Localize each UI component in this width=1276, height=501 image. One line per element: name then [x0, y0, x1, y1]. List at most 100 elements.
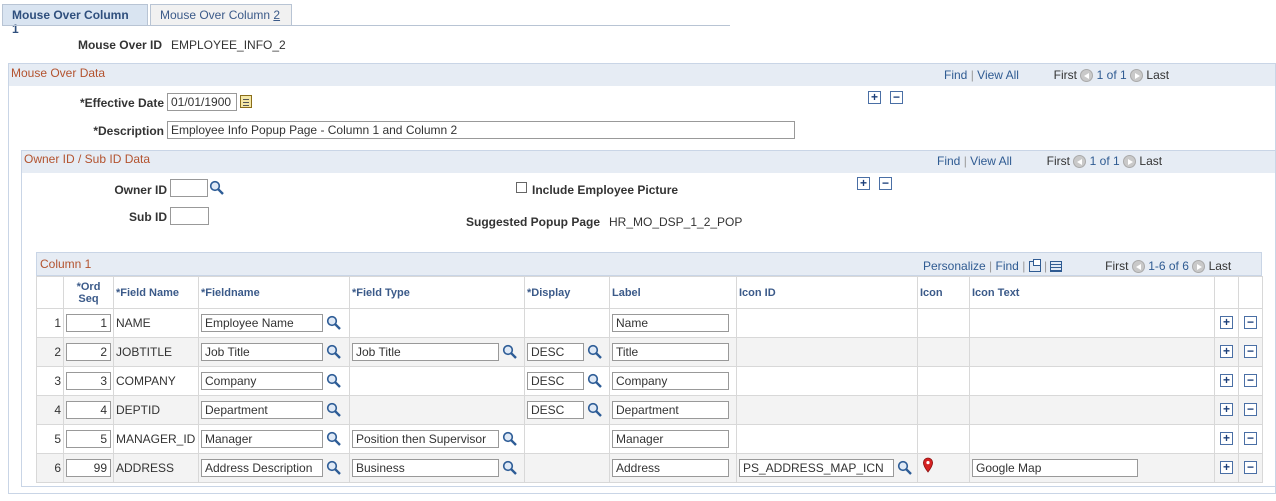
description-input[interactable]: Employee Info Popup Page - Column 1 and …	[167, 121, 795, 139]
label-input[interactable]: Department	[612, 401, 729, 419]
icon-id-empty	[736, 337, 918, 367]
add-row-icon[interactable]: +	[1220, 432, 1233, 445]
delete-row-icon[interactable]: −	[890, 91, 903, 104]
ord-seq-input[interactable]: 3	[66, 372, 111, 390]
add-row-icon[interactable]: +	[857, 177, 870, 190]
sub-id-input[interactable]	[170, 207, 209, 225]
delete-row-icon[interactable]: −	[1244, 403, 1257, 416]
find-link[interactable]: Find	[944, 68, 967, 82]
label-input[interactable]: Manager	[612, 430, 729, 448]
lookup-icon[interactable]	[326, 460, 342, 476]
view-all-link[interactable]: View All	[970, 154, 1012, 168]
lookup-icon[interactable]	[326, 431, 342, 447]
previous-icon[interactable]	[1073, 155, 1087, 169]
col-header-field-name: *Field Name	[113, 276, 199, 309]
find-link[interactable]: Find	[996, 259, 1019, 273]
map-pin-icon	[922, 457, 934, 473]
icon-text-input[interactable]: Google Map	[972, 459, 1138, 477]
add-row-icon[interactable]: +	[868, 91, 881, 104]
delete-row-icon[interactable]: −	[1244, 316, 1257, 329]
lookup-icon[interactable]	[326, 315, 342, 331]
label-input[interactable]: Company	[612, 372, 729, 390]
tab-mouse-over-column-2[interactable]: Mouse Over Column 2	[150, 4, 292, 26]
effective-date-input[interactable]: 01/01/1900	[167, 93, 237, 111]
lookup-icon[interactable]	[326, 402, 342, 418]
download-grid-icon[interactable]	[1050, 261, 1063, 273]
delete-row-icon[interactable]: −	[1244, 461, 1257, 474]
delete-row-icon[interactable]: −	[879, 177, 892, 190]
mouse-over-data-title: Mouse Over Data	[11, 66, 106, 80]
col-header-add	[1214, 276, 1239, 309]
view-in-new-window-icon[interactable]	[1028, 259, 1041, 273]
delete-row-icon[interactable]: −	[1244, 345, 1257, 358]
label-input[interactable]: Address	[612, 459, 729, 477]
display-empty	[524, 308, 610, 338]
ord-seq-input[interactable]: 4	[66, 401, 111, 419]
display-input[interactable]: DESC	[527, 343, 584, 361]
add-row-icon[interactable]: +	[1220, 345, 1233, 358]
view-all-link[interactable]: View All	[977, 68, 1019, 82]
ord-seq-input[interactable]: 1	[66, 314, 111, 332]
fieldname-input[interactable]: Address Description	[201, 459, 323, 477]
field-name-value: COMPANY	[116, 374, 176, 388]
lookup-icon[interactable]	[209, 180, 225, 196]
mouse-over-id-value: EMPLOYEE_INFO_2	[171, 38, 286, 52]
calendar-icon[interactable]	[240, 95, 252, 108]
tab-accesskey: 2	[273, 8, 281, 22]
lookup-icon[interactable]	[587, 402, 603, 418]
add-row-icon[interactable]: +	[1220, 461, 1233, 474]
lookup-icon[interactable]	[502, 344, 518, 360]
fieldname-input[interactable]: Department	[201, 401, 323, 419]
ord-seq-input[interactable]: 99	[66, 459, 111, 477]
field-type-input[interactable]: Job Title	[352, 343, 499, 361]
include-picture-checkbox[interactable]	[516, 182, 527, 193]
lookup-icon[interactable]	[502, 431, 518, 447]
next-icon[interactable]	[1123, 155, 1137, 169]
fieldname-input[interactable]: Manager	[201, 430, 323, 448]
lookup-icon[interactable]	[587, 344, 603, 360]
range-text: 1 of 1	[1096, 68, 1127, 82]
row-number: 4	[36, 395, 64, 425]
add-row-icon[interactable]: +	[1220, 403, 1233, 416]
fieldname-input[interactable]: Company	[201, 372, 323, 390]
table-row: 1 1 NAME Employee Name Name + −	[36, 308, 1263, 338]
column1-title: Column 1	[40, 257, 92, 271]
add-row-icon[interactable]: +	[1220, 316, 1233, 329]
col-header-fieldname: *Fieldname	[198, 276, 350, 309]
display-input[interactable]: DESC	[527, 401, 584, 419]
tab-mouse-over-column-1[interactable]: Mouse Over Column 1	[2, 4, 148, 36]
lookup-icon[interactable]	[502, 460, 518, 476]
ord-seq-input[interactable]: 5	[66, 430, 111, 448]
icon-id-input[interactable]: PS_ADDRESS_MAP_ICN	[739, 459, 894, 477]
lookup-icon[interactable]	[897, 460, 913, 476]
first-label: First	[1046, 154, 1070, 168]
field-type-input[interactable]: Position then Supervisor	[352, 430, 499, 448]
lookup-icon[interactable]	[326, 373, 342, 389]
fieldname-input[interactable]: Employee Name	[201, 314, 323, 332]
delete-row-icon[interactable]: −	[1244, 374, 1257, 387]
last-label: Last	[1146, 68, 1170, 82]
personalize-link[interactable]: Personalize	[923, 259, 986, 273]
lookup-icon[interactable]	[326, 344, 342, 360]
previous-icon[interactable]	[1131, 260, 1145, 274]
owner-id-input[interactable]	[170, 179, 208, 197]
next-icon[interactable]	[1192, 260, 1206, 274]
description-label: *Description	[93, 124, 164, 138]
display-input[interactable]: DESC	[527, 372, 584, 390]
col-header-delete	[1238, 276, 1263, 309]
delete-row-icon[interactable]: −	[1244, 432, 1257, 445]
lookup-icon[interactable]	[587, 373, 603, 389]
label-input[interactable]: Name	[612, 314, 729, 332]
fieldname-input[interactable]: Job Title	[201, 343, 323, 361]
previous-icon[interactable]	[1080, 69, 1094, 83]
ord-seq-input[interactable]: 2	[66, 343, 111, 361]
field-type-input[interactable]: Business	[352, 459, 499, 477]
add-row-icon[interactable]: +	[1220, 374, 1233, 387]
next-icon[interactable]	[1130, 69, 1144, 83]
owner-sub-id-title: Owner ID / Sub ID Data	[24, 152, 151, 166]
label-input[interactable]: Title	[612, 343, 729, 361]
field-type-empty	[349, 395, 525, 425]
table-row: 3 3 COMPANY Company DESC Company + −	[36, 366, 1263, 396]
col-header-row-number	[36, 276, 64, 309]
find-link[interactable]: Find	[937, 154, 960, 168]
